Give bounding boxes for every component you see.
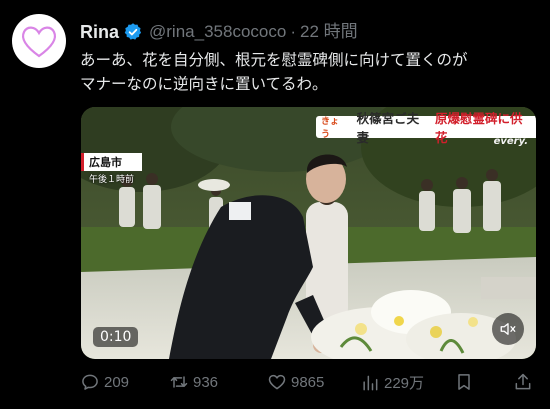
verified-badge-icon: [124, 23, 142, 40]
views-chart-icon: [363, 375, 378, 390]
heart-icon: [268, 374, 286, 390]
bookmark-button[interactable]: [454, 372, 478, 392]
author-name[interactable]: Rina: [80, 22, 119, 42]
separator-dot: ·: [290, 22, 296, 41]
like-button[interactable]: 9865: [267, 372, 324, 392]
bookmark-icon: [458, 374, 470, 390]
volume-muted-icon: [500, 323, 516, 335]
post-text-line-2: マナーなのに逆向きに置いてるわ。: [80, 75, 328, 93]
share-button[interactable]: [513, 372, 537, 392]
video-player[interactable]: きょう 秋篠宮ご夫妻 原爆慰霊碑に供花 every. 広島市 午後１時前 0:1…: [81, 107, 536, 359]
caption-main: 秋篠宮ご夫妻: [351, 111, 433, 145]
post-text-line-1: あーあ、花を自分側、根元を慰霊碑側に向けて置くのが: [80, 51, 468, 69]
reply-icon: [82, 374, 98, 390]
views-count: 229万: [384, 375, 425, 392]
repost-count: 936: [193, 373, 219, 391]
network-logo: every.: [493, 136, 528, 147]
post-time[interactable]: 22 時間: [300, 22, 358, 42]
repost-button[interactable]: 936: [169, 372, 218, 392]
action-bar: 209 936 9865 229万: [80, 372, 542, 396]
reply-count: 209: [104, 373, 130, 391]
mute-button[interactable]: [492, 313, 524, 345]
like-count: 9865: [291, 373, 325, 391]
news-caption: きょう 秋篠宮ご夫妻 原爆慰霊碑に供花: [316, 111, 536, 145]
share-icon: [515, 373, 531, 390]
post-text: あーあ、花を自分側、根元を慰霊碑側に向けて置くのが マナーなのに逆向きに置いてる…: [80, 48, 540, 96]
video-timestamp: 0:10: [93, 327, 139, 347]
avatar[interactable]: [12, 14, 66, 68]
reply-button[interactable]: 209: [80, 372, 129, 392]
caption-tag: きょう: [316, 116, 352, 140]
location-name: 広島市: [81, 153, 143, 171]
location-label: 広島市 午後１時前: [81, 153, 143, 186]
author-handle[interactable]: @rina_358cococo: [149, 22, 286, 42]
repost-icon: [170, 376, 188, 388]
post-header: Rina @rina_358cococo · 22 時間: [80, 22, 358, 42]
location-time: 午後１時前: [89, 175, 135, 185]
views-button[interactable]: 229万: [360, 372, 424, 393]
caption-sub: 原爆慰霊碑に供花: [432, 111, 536, 145]
heart-icon: [22, 26, 56, 58]
